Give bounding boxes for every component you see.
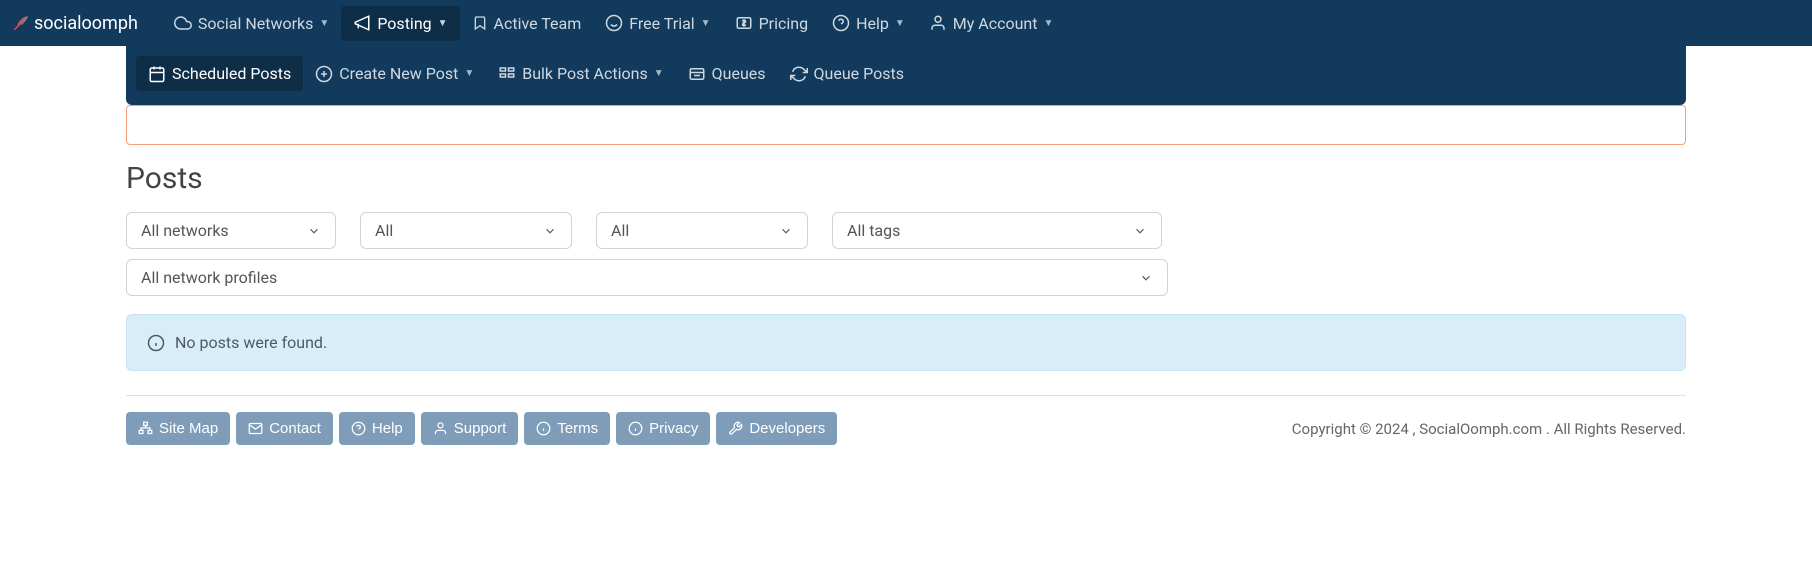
chevron-down-icon: ▼: [319, 18, 329, 29]
footer-btn-label: Contact: [269, 420, 321, 437]
footer: Site Map Contact Help Support Terms Priv…: [126, 412, 1686, 461]
footer-btn-label: Support: [454, 420, 507, 437]
subnav-bulk-post-actions[interactable]: Bulk Post Actions ▼: [486, 56, 675, 91]
filter-all-3[interactable]: All: [596, 212, 808, 249]
chevron-down-icon: ▼: [438, 18, 448, 29]
filter-label: All: [375, 221, 393, 240]
refresh-icon: [790, 65, 808, 83]
bookmark-icon: [472, 15, 488, 31]
nav-label: Help: [856, 14, 889, 33]
subnav-queues[interactable]: Queues: [676, 56, 778, 91]
user-icon: [929, 14, 947, 32]
nav-label: Free Trial: [629, 14, 694, 33]
footer-developers-button[interactable]: Developers: [716, 412, 837, 445]
filter-label: All: [611, 221, 629, 240]
filter-label: All tags: [847, 221, 900, 240]
chevron-down-icon: [307, 224, 321, 238]
footer-support-button[interactable]: Support: [421, 412, 519, 445]
nav-free-trial[interactable]: Free Trial ▼: [593, 6, 722, 41]
brand-feather-icon: [12, 14, 30, 32]
copyright-text: Copyright © 2024 , SocialOomph.com . All…: [1292, 420, 1686, 438]
nav-social-networks[interactable]: Social Networks ▼: [162, 6, 341, 41]
filter-tags[interactable]: All tags: [832, 212, 1162, 249]
info-banner: No posts were found.: [126, 314, 1686, 371]
subnav-label: Create New Post: [339, 64, 458, 83]
footer-btn-label: Help: [372, 420, 403, 437]
queue-icon: [688, 65, 706, 83]
info-icon: [628, 421, 643, 436]
list-icon: [498, 65, 516, 83]
filter-label: All networks: [141, 221, 229, 240]
cloud-icon: [174, 14, 192, 32]
filter-row-1: All networks All All All tags: [126, 212, 1686, 249]
chevron-down-icon: [543, 224, 557, 238]
filter-row-2: All network profiles: [126, 259, 1686, 296]
footer-help-button[interactable]: Help: [339, 412, 415, 445]
info-icon: [147, 334, 165, 352]
chevron-down-icon: [1133, 224, 1147, 238]
footer-btn-label: Privacy: [649, 420, 698, 437]
chevron-down-icon: ▼: [464, 68, 474, 79]
smile-icon: [605, 14, 623, 32]
footer-contact-button[interactable]: Contact: [236, 412, 333, 445]
subnav-label: Scheduled Posts: [172, 64, 291, 83]
calendar-icon: [148, 65, 166, 83]
footer-btn-label: Terms: [557, 420, 598, 437]
nav-help[interactable]: Help ▼: [820, 6, 917, 41]
nav-label: Posting: [377, 14, 431, 33]
filter-network-profiles[interactable]: All network profiles: [126, 259, 1168, 296]
footer-buttons: Site Map Contact Help Support Terms Priv…: [126, 412, 837, 445]
chevron-down-icon: [779, 224, 793, 238]
chevron-down-icon: ▼: [701, 18, 711, 29]
footer-terms-button[interactable]: Terms: [524, 412, 610, 445]
help-icon: [832, 14, 850, 32]
top-navbar: socialoomph Social Networks ▼ Posting ▼ …: [0, 0, 1812, 46]
subnav-create-new-post[interactable]: Create New Post ▼: [303, 56, 486, 91]
bullhorn-icon: [353, 14, 371, 32]
filter-networks[interactable]: All networks: [126, 212, 336, 249]
nav-posting[interactable]: Posting ▼: [341, 6, 459, 41]
nav-my-account[interactable]: My Account ▼: [917, 6, 1066, 41]
subnav-queue-posts[interactable]: Queue Posts: [778, 56, 916, 91]
nav-label: Social Networks: [198, 14, 314, 33]
footer-btn-label: Developers: [749, 420, 825, 437]
footer-btn-label: Site Map: [159, 420, 218, 437]
nav-active-team[interactable]: Active Team: [460, 6, 594, 41]
alert-box: [126, 105, 1686, 145]
footer-privacy-button[interactable]: Privacy: [616, 412, 710, 445]
page-title: Posts: [126, 161, 1686, 196]
chevron-down-icon: ▼: [654, 68, 664, 79]
subnav-label: Queue Posts: [814, 64, 904, 83]
footer-separator: [126, 395, 1686, 396]
sub-navbar: Scheduled Posts Create New Post ▼ Bulk P…: [126, 46, 1686, 105]
brand-name: socialoomph: [34, 13, 138, 34]
chevron-down-icon: ▼: [895, 18, 905, 29]
info-icon: [536, 421, 551, 436]
subnav-label: Bulk Post Actions: [522, 64, 648, 83]
wrench-icon: [728, 421, 743, 436]
dollar-icon: [735, 14, 753, 32]
subnav-label: Queues: [712, 64, 766, 83]
filter-all-2[interactable]: All: [360, 212, 572, 249]
chevron-down-icon: [1139, 271, 1153, 285]
info-message: No posts were found.: [175, 333, 327, 352]
nav-label: My Account: [953, 14, 1038, 33]
topnav-items: Social Networks ▼ Posting ▼ Active Team …: [162, 6, 1066, 41]
footer-sitemap-button[interactable]: Site Map: [126, 412, 230, 445]
main-content: Posts All networks All All All tags All …: [126, 105, 1686, 461]
plus-circle-icon: [315, 65, 333, 83]
mail-icon: [248, 421, 263, 436]
sitemap-icon: [138, 421, 153, 436]
subnav-scheduled-posts[interactable]: Scheduled Posts: [136, 56, 303, 91]
nav-label: Pricing: [759, 14, 809, 33]
filter-label: All network profiles: [141, 268, 277, 287]
brand[interactable]: socialoomph: [12, 13, 138, 34]
nav-pricing[interactable]: Pricing: [723, 6, 821, 41]
chevron-down-icon: ▼: [1043, 18, 1053, 29]
help-icon: [351, 421, 366, 436]
user-icon: [433, 421, 448, 436]
nav-label: Active Team: [494, 14, 582, 33]
